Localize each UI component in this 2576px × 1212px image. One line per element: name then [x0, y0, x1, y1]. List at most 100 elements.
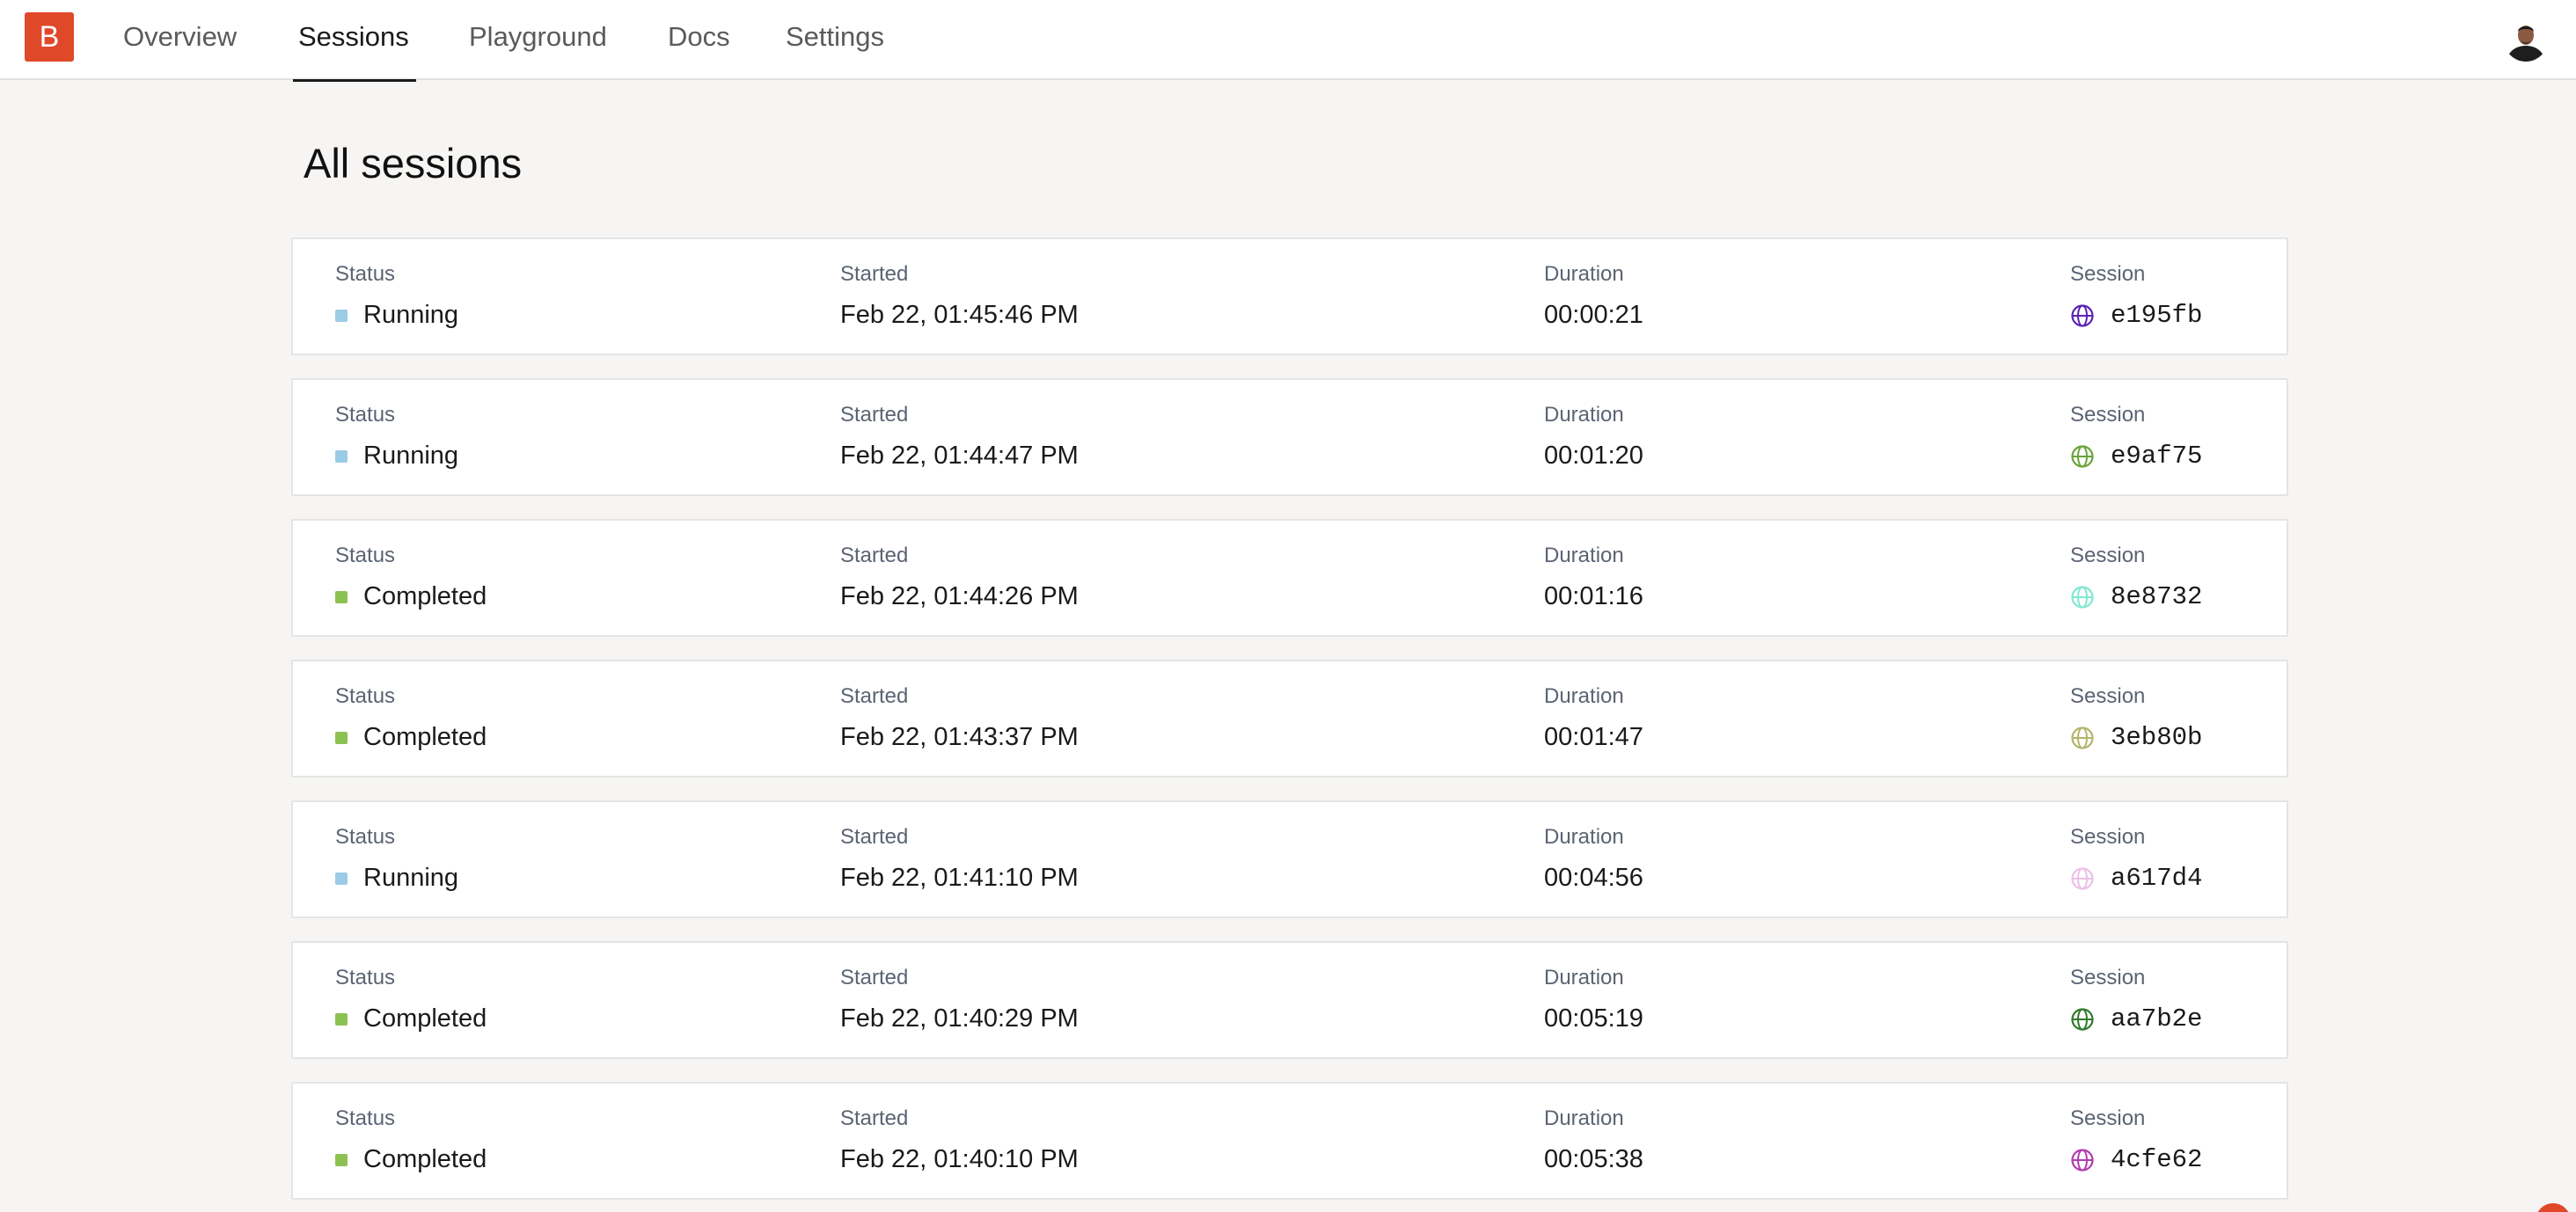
started-value: Feb 22, 01:44:26 PM [840, 582, 1079, 610]
session-id[interactable]: aa7b2e [2111, 1004, 2202, 1033]
status-label: Status [335, 403, 396, 427]
duration-value: 00:00:21 [1544, 301, 1643, 329]
status-label: Status [335, 1106, 396, 1130]
status-text: Running [363, 301, 459, 329]
globe-icon [2070, 303, 2095, 328]
session-row[interactable]: Status Running Started Feb 22, 01:44:47 PM D… [291, 378, 2288, 496]
duration-label: Duration [1544, 262, 1624, 286]
session-value[interactable]: aa7b2e [2070, 1004, 2202, 1033]
globe-icon [2070, 1148, 2095, 1172]
session-id[interactable]: 3eb80b [2111, 723, 2202, 752]
status-indicator-icon [335, 449, 348, 463]
globe-icon [2070, 866, 2095, 891]
session-row[interactable]: Status Completed Started Feb 22, 01:40:29 P… [291, 941, 2288, 1059]
avatar-image [2504, 18, 2548, 62]
status-label: Status [335, 544, 396, 567]
session-value[interactable]: e195fb [2070, 301, 2202, 330]
started-value: Feb 22, 01:45:46 PM [840, 301, 1079, 329]
session-value[interactable]: 4cfe62 [2070, 1145, 2202, 1174]
status-value: Running [335, 301, 458, 330]
status-text: Running [363, 442, 459, 470]
session-label: Session [2070, 1106, 2146, 1130]
status-indicator-icon [335, 872, 348, 885]
duration-value: 00:05:19 [1544, 1004, 1643, 1033]
session-id[interactable]: e9af75 [2111, 442, 2202, 471]
session-row[interactable]: Status Running Started Feb 22, 01:45:46 PM D… [291, 237, 2288, 355]
session-label: Session [2070, 684, 2146, 708]
duration-label: Duration [1544, 966, 1624, 989]
started-value: Feb 22, 01:40:10 PM [840, 1145, 1079, 1173]
status-text: Completed [363, 723, 487, 751]
duration-label: Duration [1544, 544, 1624, 567]
globe-icon [2070, 444, 2095, 469]
status-text: Completed [363, 1004, 487, 1033]
nav-settings[interactable]: Settings [786, 0, 884, 80]
session-id[interactable]: 8e8732 [2111, 582, 2202, 611]
status-value: Completed [335, 582, 487, 611]
session-id[interactable]: a617d4 [2111, 864, 2202, 893]
user-avatar[interactable] [2504, 18, 2548, 62]
status-value: Completed [335, 1145, 487, 1174]
session-label: Session [2070, 262, 2146, 286]
status-indicator-icon [335, 309, 348, 322]
session-row[interactable]: Status Running Started Feb 22, 01:41:10 PM D… [291, 800, 2288, 918]
session-value[interactable]: 8e8732 [2070, 582, 2202, 611]
status-indicator-icon [335, 1012, 348, 1026]
started-label: Started [840, 825, 909, 849]
app-logo[interactable]: B [25, 12, 74, 62]
nav-sessions[interactable]: Sessions [293, 0, 416, 82]
nav-playground[interactable]: Playground [469, 0, 607, 80]
duration-value: 00:01:20 [1544, 442, 1643, 470]
nav-overview[interactable]: Overview [123, 0, 237, 80]
duration-value: 00:01:16 [1544, 582, 1643, 610]
session-value[interactable]: 3eb80b [2070, 723, 2202, 752]
globe-icon [2070, 585, 2095, 610]
status-indicator-icon [335, 731, 348, 744]
started-label: Started [840, 966, 909, 989]
status-label: Status [335, 262, 396, 286]
session-row[interactable]: Status Completed Started Feb 22, 01:43:37 P… [291, 660, 2288, 778]
started-label: Started [840, 1106, 909, 1130]
duration-value: 00:05:38 [1544, 1145, 1643, 1173]
started-label: Started [840, 684, 909, 708]
status-value: Running [335, 864, 458, 893]
session-label: Session [2070, 544, 2146, 567]
started-value: Feb 22, 01:44:47 PM [840, 442, 1079, 470]
duration-label: Duration [1544, 403, 1624, 427]
page-title: All sessions [304, 140, 523, 186]
started-label: Started [840, 403, 909, 427]
session-label: Session [2070, 825, 2146, 849]
top-navigation-bar: B Overview Sessions Playground Docs Sett… [0, 0, 2576, 82]
session-label: Session [2070, 403, 2146, 427]
status-value: Completed [335, 1004, 487, 1033]
duration-label: Duration [1544, 825, 1624, 849]
session-row[interactable]: Status Completed Started Feb 22, 01:44:26 P… [291, 519, 2288, 637]
duration-value: 00:01:47 [1544, 723, 1643, 751]
status-value: Completed [335, 723, 487, 752]
duration-value: 00:04:56 [1544, 864, 1643, 892]
started-label: Started [840, 262, 909, 286]
session-value[interactable]: e9af75 [2070, 442, 2202, 471]
session-id[interactable]: 4cfe62 [2111, 1145, 2202, 1174]
started-value: Feb 22, 01:41:10 PM [840, 864, 1079, 892]
globe-icon [2070, 1007, 2095, 1032]
help-badge[interactable] [2536, 1203, 2571, 1212]
started-label: Started [840, 544, 909, 567]
status-text: Completed [363, 1145, 487, 1173]
session-id[interactable]: e195fb [2111, 301, 2202, 330]
session-value[interactable]: a617d4 [2070, 864, 2202, 893]
status-label: Status [335, 825, 396, 849]
status-value: Running [335, 442, 458, 471]
nav-docs[interactable]: Docs [668, 0, 730, 80]
status-text: Completed [363, 582, 487, 610]
duration-label: Duration [1544, 684, 1624, 708]
status-label: Status [335, 684, 396, 708]
status-indicator-icon [335, 590, 348, 603]
status-text: Running [363, 864, 459, 892]
status-indicator-icon [335, 1153, 348, 1166]
session-row[interactable]: Status Completed Started Feb 22, 01:40:10 P… [291, 1082, 2288, 1200]
status-label: Status [335, 966, 396, 989]
globe-icon [2070, 726, 2095, 750]
duration-label: Duration [1544, 1106, 1624, 1130]
started-value: Feb 22, 01:40:29 PM [840, 1004, 1079, 1033]
